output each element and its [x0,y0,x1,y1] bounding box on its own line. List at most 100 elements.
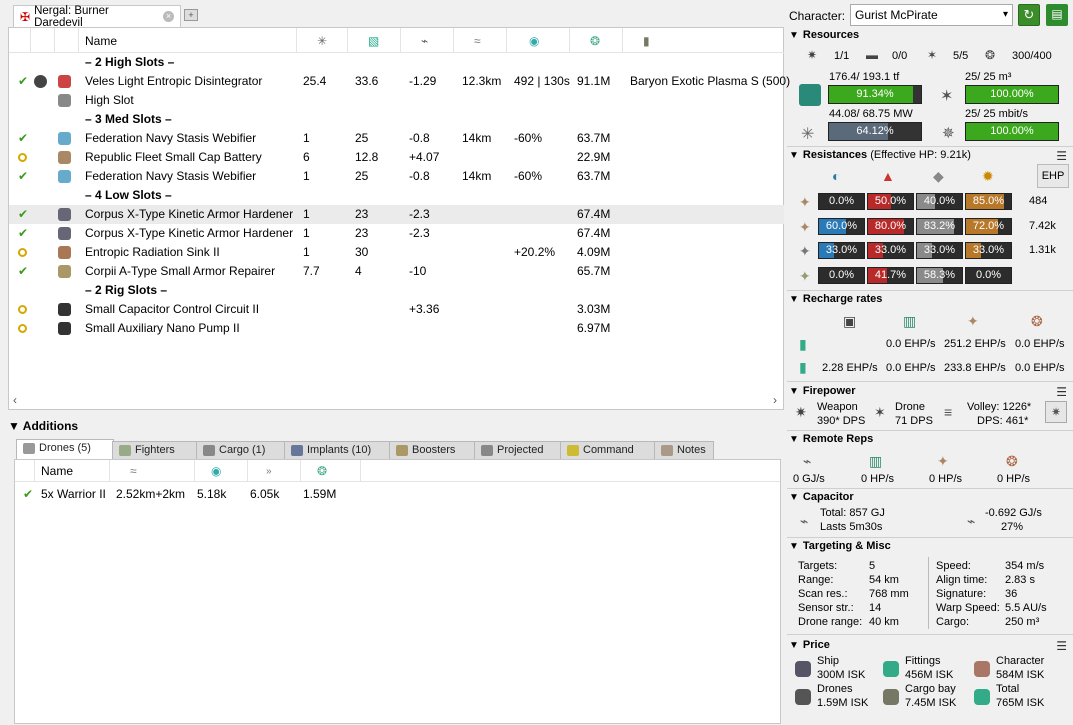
slot-separator-label: – 4 Low Slots – [85,188,172,202]
drone-row[interactable]: ✔ 5x Warrior II 2.52km+2km 5.18k 6.05k 1.59M [15,485,780,504]
cpu-bar: 91.34% [828,85,922,104]
resist-value: 58.3% [923,269,956,281]
online-state-icon[interactable] [18,300,27,319]
resist-bar: 41.7% [867,267,914,284]
active-state-icon[interactable]: ✔ [18,167,28,186]
active-state-icon[interactable]: ✔ [18,72,28,91]
price-label: Drones [817,683,853,695]
module-row[interactable]: High Slot [9,91,784,110]
horizontal-scrollbar[interactable]: ‹ › [8,392,784,410]
tab-fighters[interactable]: Fighters [112,441,198,459]
pg-pct: 64.12% [856,125,894,137]
drone-col-name[interactable]: Name [35,460,110,482]
targeting-section-header[interactable]: ▼ Targeting & Misc [789,540,891,552]
resistances-section-header[interactable]: ▼ Resistances (Effective HP: 9.21k) [789,149,971,161]
col-cap[interactable]: ⌁ [401,28,454,53]
ehp-button[interactable]: EHP [1037,164,1069,188]
module-icon [58,243,71,262]
tab-drones[interactable]: Drones (5) [16,439,114,460]
firepower-section-header[interactable]: ▼ Firepower [789,385,855,397]
remote-hull: 0 HP/s [997,473,1031,485]
online-state-icon[interactable] [18,148,27,167]
drones-view: Name ≈ ◉ » ❂ ✔ 5x Warrior II 2.52km+2km 5.1… [14,459,781,724]
col-charge[interactable] [31,28,55,53]
resources-section-header[interactable]: ▼ Resources [789,29,859,41]
module-row[interactable]: Small Auxiliary Nano Pump II 6.97M [9,319,784,338]
scroll-right-icon[interactable]: › [773,393,777,407]
resist-value: 0.0% [828,195,855,207]
slot-separator-label: – 2 Rig Slots – [85,283,168,297]
col-misc[interactable]: ◉ [507,28,570,53]
col-range[interactable]: ≈ [454,28,507,53]
col-dps[interactable]: ✳ [297,28,348,53]
resist-bar: 60.0% [818,218,865,235]
character-select[interactable]: Gurist McPirate ▾ [850,4,1013,26]
module-row[interactable]: Entropic Radiation Sink II 1 30 +20.2% 4.09M [9,243,784,262]
menu-icon[interactable]: ☰ [1056,385,1067,399]
online-state-icon[interactable] [18,319,27,338]
drone-col-state[interactable] [15,460,35,482]
module-row[interactable]: ✔ Federation Navy Stasis Webifier 1 25 -0.8 1… [9,129,784,148]
new-tab-icon[interactable]: + [184,9,198,21]
module-icon [58,300,71,319]
module-row[interactable]: ✔ Corpii A-Type Small Armor Repairer 7.7 4 -… [9,262,784,281]
tab-label: Command [583,444,634,456]
tab-projected[interactable]: Projected [474,441,562,459]
price-section-header[interactable]: ▼ Price [789,639,830,651]
module-stat-c1: 6 [303,150,310,164]
refresh-character-icon[interactable]: ↻ [1018,4,1040,26]
module-row[interactable]: ✔ Corpus X-Type Kinetic Armor Hardener 1 23… [9,224,784,243]
capacitor-section-header[interactable]: ▼ Capacitor [789,491,854,503]
tab-fit[interactable]: ✠ Nergal: Burner Daredevil × [13,5,181,29]
drone-col-velocity[interactable]: » [248,460,301,482]
active-state-icon[interactable]: ✔ [23,485,33,504]
drone-col-speed[interactable]: ◉ [195,460,248,482]
col-name[interactable]: Name [79,28,297,53]
online-state-icon[interactable] [18,243,27,262]
active-state-icon[interactable]: ✔ [18,262,28,281]
drone-col-price[interactable]: ❂ [301,460,361,482]
collapse-additions-icon[interactable]: ▼ [8,419,20,433]
col-cpu[interactable]: ▧ [348,28,401,53]
resist-bar: 33.0% [965,242,1012,259]
module-row[interactable]: Small Capacitor Control Circuit II +3.36 3… [9,300,784,319]
tab-icon [567,445,579,456]
targeting-value: 2.83 s [1005,574,1035,586]
tab-implants[interactable]: Implants (10) [284,441,391,459]
close-tab-icon[interactable]: × [163,11,174,22]
drone-col-range[interactable]: ≈ [110,460,195,482]
col-icon[interactable] [55,28,79,53]
module-row[interactable]: ✔ Corpus X-Type Kinetic Armor Hardener 1 23… [9,205,784,224]
remote-armor-icon: ✦ [937,453,949,469]
tab-notes[interactable]: Notes [654,441,714,459]
menu-icon[interactable]: ☰ [1056,149,1067,163]
col-ammo[interactable]: ▮ [623,28,784,53]
active-state-icon[interactable]: ✔ [18,129,28,148]
module-row[interactable]: ✔ Veles Light Entropic Disintegrator 25.4 3… [9,72,790,91]
module-row[interactable]: ✔ Federation Navy Stasis Webifier 1 25 -0.8 1… [9,167,784,186]
tab-command[interactable]: Command [560,441,656,459]
module-row[interactable]: Republic Fleet Small Cap Battery 6 12.8 +4.… [9,148,784,167]
price-value: 1.59M ISK [817,697,869,709]
targeting-label: Drone range: [798,616,863,628]
thermal-damage-icon: ▲ [881,168,895,184]
additions-title: Additions [22,419,79,433]
scroll-left-icon[interactable]: ‹ [13,393,17,407]
col-state[interactable] [9,28,31,53]
resist-bar: 40.0% [916,193,963,210]
active-state-icon[interactable]: ✔ [18,205,28,224]
col-price[interactable]: ❂ [570,28,623,53]
additions-header[interactable]: ▼ Additions [8,419,78,433]
damage-pattern-icon[interactable]: ✷ [1045,401,1067,423]
drones-header-row: Name ≈ ◉ » ❂ [15,460,780,482]
menu-icon[interactable]: ☰ [1056,639,1067,653]
range-icon: ≈ [130,464,137,478]
active-state-icon[interactable]: ✔ [18,224,28,243]
module-stat-c2: 4 [355,264,362,278]
remote-reps-section-header[interactable]: ▼ Remote Reps [789,433,873,445]
tab-cargo[interactable]: Cargo (1) [196,441,286,459]
character-editor-icon[interactable]: ▤ [1046,4,1068,26]
module-stat-c3: -2.3 [409,207,430,221]
recharge-section-header[interactable]: ▼ Recharge rates [789,293,882,305]
tab-boosters[interactable]: Boosters [389,441,476,459]
